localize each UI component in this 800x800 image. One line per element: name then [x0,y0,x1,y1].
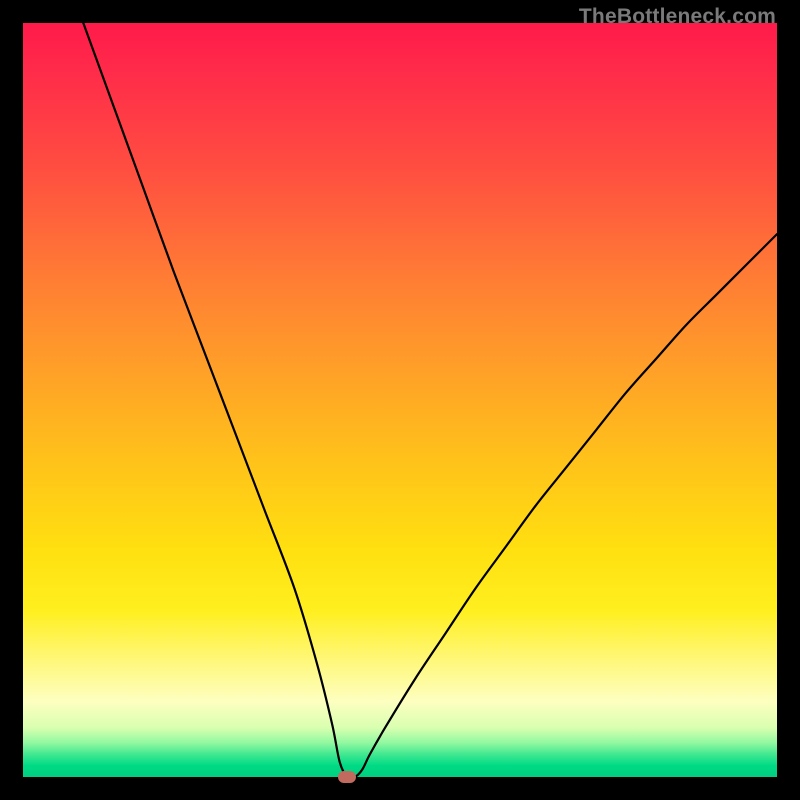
plot-area [23,23,777,777]
chart-container: TheBottleneck.com [0,0,800,800]
bottleneck-curve [23,23,777,777]
optimal-point-marker [338,771,356,783]
watermark-text: TheBottleneck.com [579,5,776,29]
